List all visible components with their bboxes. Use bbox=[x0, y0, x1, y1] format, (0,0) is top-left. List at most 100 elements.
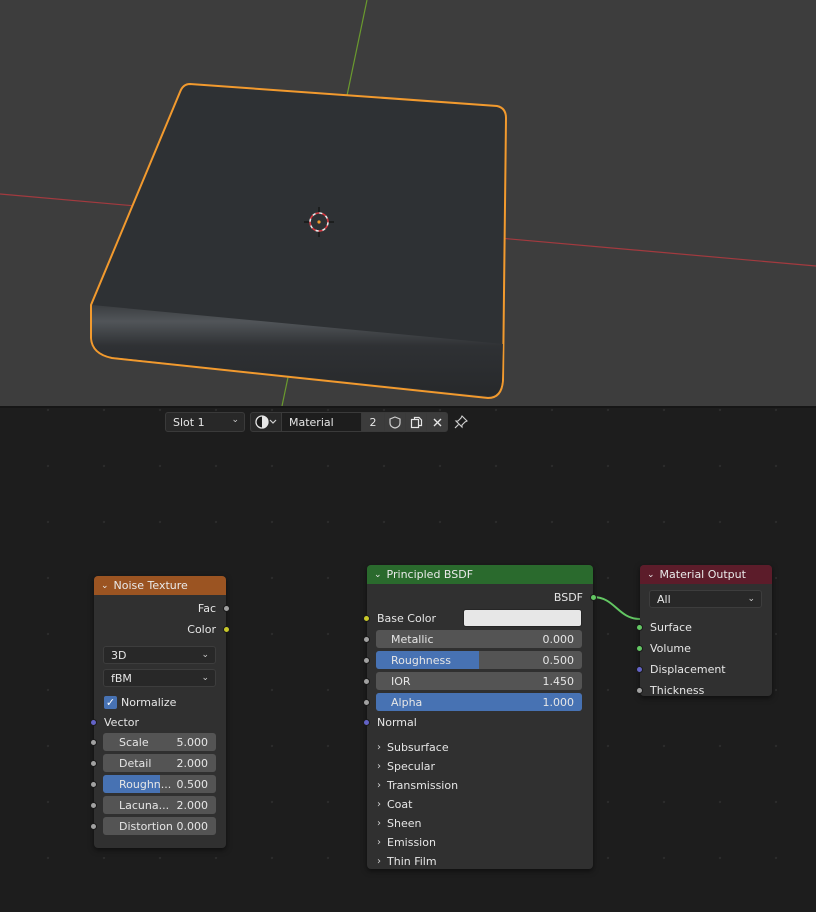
input-socket[interactable] bbox=[90, 801, 97, 809]
chevron-right-icon: › bbox=[377, 761, 381, 772]
slider-value: 1.450 bbox=[542, 674, 575, 688]
slider-label: Scale bbox=[119, 735, 149, 749]
value-slider[interactable]: Alpha 1.000 bbox=[376, 693, 582, 711]
output-fac: Fac bbox=[94, 598, 230, 618]
panel-emission[interactable]: › Emission bbox=[377, 833, 436, 852]
output-node-header[interactable]: ⌄ Material Output bbox=[640, 565, 772, 584]
input-row: Alpha 1.000 bbox=[363, 692, 593, 712]
chevron-right-icon: › bbox=[377, 780, 381, 791]
input-socket[interactable] bbox=[363, 656, 370, 664]
socket-label: Volume bbox=[650, 641, 691, 655]
chevron-down-icon: ⌄ bbox=[201, 673, 209, 683]
node-title: Material Output bbox=[659, 568, 746, 581]
input-socket[interactable] bbox=[363, 614, 370, 622]
input-socket[interactable] bbox=[636, 686, 643, 694]
dimensions-dropdown[interactable]: 3D ⌄ bbox=[103, 646, 216, 664]
input-socket[interactable] bbox=[90, 822, 97, 830]
slider-label: Alpha bbox=[391, 695, 423, 709]
input-socket[interactable] bbox=[90, 718, 97, 726]
checkbox-label: Normalize bbox=[121, 695, 177, 709]
pin-button[interactable] bbox=[452, 412, 470, 432]
input-normal: Normal bbox=[363, 712, 593, 732]
input-row: Roughn... 0.500 bbox=[90, 774, 226, 794]
slider-label: Roughn... bbox=[119, 777, 172, 791]
slider-value: 2.000 bbox=[176, 756, 209, 770]
panel-label: Sheen bbox=[387, 817, 422, 830]
panel-specular[interactable]: › Specular bbox=[377, 757, 435, 776]
output-socket[interactable] bbox=[223, 604, 230, 612]
input-vector: Vector bbox=[90, 712, 226, 732]
slider-label: Roughness bbox=[391, 653, 452, 667]
chevron-down-icon: ⌄ bbox=[747, 594, 755, 604]
base-color-swatch[interactable] bbox=[463, 609, 582, 627]
panel-transmission[interactable]: › Transmission bbox=[377, 776, 458, 795]
bsdf-node-header[interactable]: ⌄ Principled BSDF bbox=[367, 565, 593, 584]
value-slider[interactable]: IOR 1.450 bbox=[376, 672, 582, 690]
slider-label: Lacuna... bbox=[119, 798, 170, 812]
bsdf-to-surface-link bbox=[592, 596, 641, 620]
socket-label: Color bbox=[187, 622, 216, 636]
input-socket[interactable] bbox=[636, 665, 643, 673]
value-slider[interactable]: Distortion 0.000 bbox=[103, 817, 216, 835]
slider-value: 0.500 bbox=[542, 653, 575, 667]
panel-label: Emission bbox=[387, 836, 436, 849]
input-socket[interactable] bbox=[90, 738, 97, 746]
input-socket[interactable] bbox=[636, 623, 643, 631]
user-count-button[interactable]: 2 bbox=[361, 412, 385, 432]
principled-bsdf-node[interactable]: ⌄ Principled BSDF BSDF Base Color Metall… bbox=[363, 565, 597, 871]
panel-subsurface[interactable]: › Subsurface bbox=[377, 738, 449, 757]
input-socket[interactable] bbox=[363, 677, 370, 685]
collapse-chevron-icon[interactable]: ⌄ bbox=[101, 581, 109, 591]
panel-sheen[interactable]: › Sheen bbox=[377, 814, 421, 833]
collapse-chevron-icon[interactable]: ⌄ bbox=[374, 570, 382, 580]
fake-user-button[interactable] bbox=[384, 412, 406, 432]
chevron-right-icon: › bbox=[377, 742, 381, 753]
pin-icon bbox=[454, 415, 468, 429]
value-slider[interactable]: Metallic 0.000 bbox=[376, 630, 582, 648]
material-name-field[interactable]: Material bbox=[281, 412, 362, 432]
input-row: Roughness 0.500 bbox=[363, 650, 593, 670]
material-slot-dropdown[interactable]: Slot 1 ⌄ bbox=[165, 412, 245, 432]
chevron-right-icon: › bbox=[377, 818, 381, 829]
normalize-checkbox[interactable]: ✓ bbox=[104, 696, 117, 709]
panel-label: Transmission bbox=[387, 779, 459, 792]
shader-node-editor[interactable]: Slot 1 ⌄ Material 2 ⌄ Noise Texture Fac … bbox=[0, 408, 816, 912]
browse-material-button[interactable] bbox=[250, 412, 282, 432]
value-slider[interactable]: Roughn... 0.500 bbox=[103, 775, 216, 793]
input-socket[interactable] bbox=[363, 718, 370, 726]
slider-value: 0.000 bbox=[176, 819, 209, 833]
unlink-material-button[interactable] bbox=[426, 412, 448, 432]
duplicate-material-button[interactable] bbox=[405, 412, 427, 432]
input-socket[interactable] bbox=[363, 698, 370, 706]
input-socket[interactable] bbox=[636, 644, 643, 652]
input-socket[interactable] bbox=[90, 759, 97, 767]
material-output-node[interactable]: ⌄ Material Output All ⌄ Surface Volume Dis… bbox=[636, 565, 772, 697]
panel-thin-film[interactable]: › Thin Film bbox=[377, 852, 437, 871]
slider-value: 5.000 bbox=[176, 735, 209, 749]
noise-type-dropdown[interactable]: fBM ⌄ bbox=[103, 669, 216, 687]
value-slider[interactable]: Roughness 0.500 bbox=[376, 651, 582, 669]
target-dropdown[interactable]: All ⌄ bbox=[649, 590, 762, 608]
input-base-color: Base Color bbox=[363, 608, 593, 628]
output-socket[interactable] bbox=[590, 593, 597, 601]
3d-viewport[interactable] bbox=[0, 0, 816, 406]
input-thickness: Thickness bbox=[636, 680, 772, 700]
slider-label: Distortion bbox=[119, 819, 173, 833]
input-socket[interactable] bbox=[363, 635, 370, 643]
value-slider[interactable]: Lacuna... 2.000 bbox=[103, 796, 216, 814]
collapse-chevron-icon[interactable]: ⌄ bbox=[647, 570, 655, 580]
noise-texture-node[interactable]: ⌄ Noise Texture Fac Color 3D ⌄ fBM ⌄ ✓ N… bbox=[90, 576, 230, 848]
noise-node-header[interactable]: ⌄ Noise Texture bbox=[94, 576, 226, 595]
duplicate-icon bbox=[410, 416, 422, 428]
panel-coat[interactable]: › Coat bbox=[377, 795, 412, 814]
value-slider[interactable]: Scale 5.000 bbox=[103, 733, 216, 751]
panel-label: Coat bbox=[387, 798, 413, 811]
input-displacement: Displacement bbox=[636, 659, 772, 679]
slider-label: IOR bbox=[391, 674, 411, 688]
slider-label: Detail bbox=[119, 756, 152, 770]
normalize-row: ✓ Normalize bbox=[94, 692, 226, 712]
input-socket[interactable] bbox=[90, 780, 97, 788]
output-socket[interactable] bbox=[223, 625, 230, 633]
slider-value: 0.500 bbox=[176, 777, 209, 791]
value-slider[interactable]: Detail 2.000 bbox=[103, 754, 216, 772]
